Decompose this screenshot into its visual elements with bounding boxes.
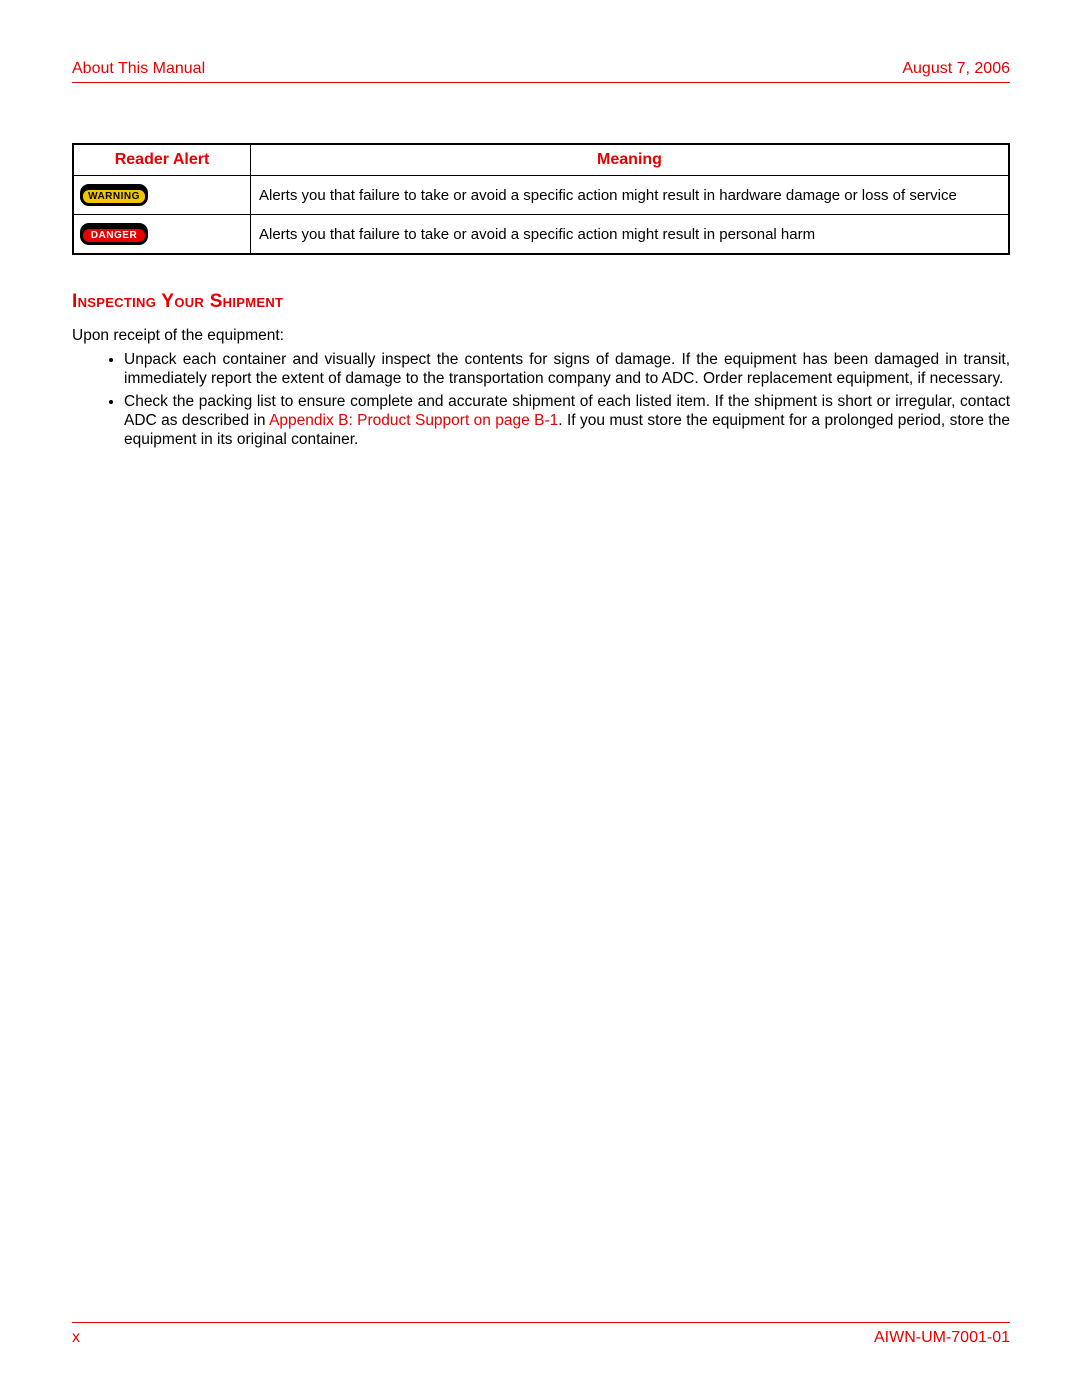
footer-doc-id: AIWN-UM-7001-01: [874, 1329, 1010, 1347]
page-header: About This Manual August 7, 2006: [72, 60, 1010, 83]
bullet-list: Unpack each container and visually inspe…: [72, 351, 1010, 454]
bullet-text: Unpack each container and visually inspe…: [124, 351, 1010, 387]
section-intro: Upon receipt of the equipment:: [72, 327, 1010, 345]
table-row: DANGER Alerts you that failure to take o…: [73, 215, 1009, 255]
th-meaning: Meaning: [251, 144, 1010, 176]
header-section-title: About This Manual: [72, 60, 205, 78]
reader-alert-table: Reader Alert Meaning WARNING Alerts you …: [72, 143, 1010, 255]
warning-badge-icon: WARNING: [80, 184, 148, 206]
danger-badge-icon: DANGER: [80, 223, 148, 245]
list-item: Check the packing list to ensure complet…: [124, 393, 1010, 450]
header-date: August 7, 2006: [902, 60, 1010, 78]
th-reader-alert: Reader Alert: [73, 144, 251, 176]
footer-page-number: x: [72, 1329, 80, 1347]
warning-badge-label: WARNING: [82, 189, 146, 204]
section-heading: Inspecting Your Shipment: [72, 291, 1010, 313]
table-row: WARNING Alerts you that failure to take …: [73, 176, 1009, 215]
danger-badge-label: DANGER: [82, 228, 146, 243]
list-item: Unpack each container and visually inspe…: [124, 351, 1010, 389]
appendix-link[interactable]: Appendix B: Product Support on page B-1: [269, 412, 558, 429]
page-footer: x AIWN-UM-7001-01: [72, 1322, 1010, 1347]
warning-meaning: Alerts you that failure to take or avoid…: [251, 176, 1010, 215]
danger-meaning: Alerts you that failure to take or avoid…: [251, 215, 1010, 255]
